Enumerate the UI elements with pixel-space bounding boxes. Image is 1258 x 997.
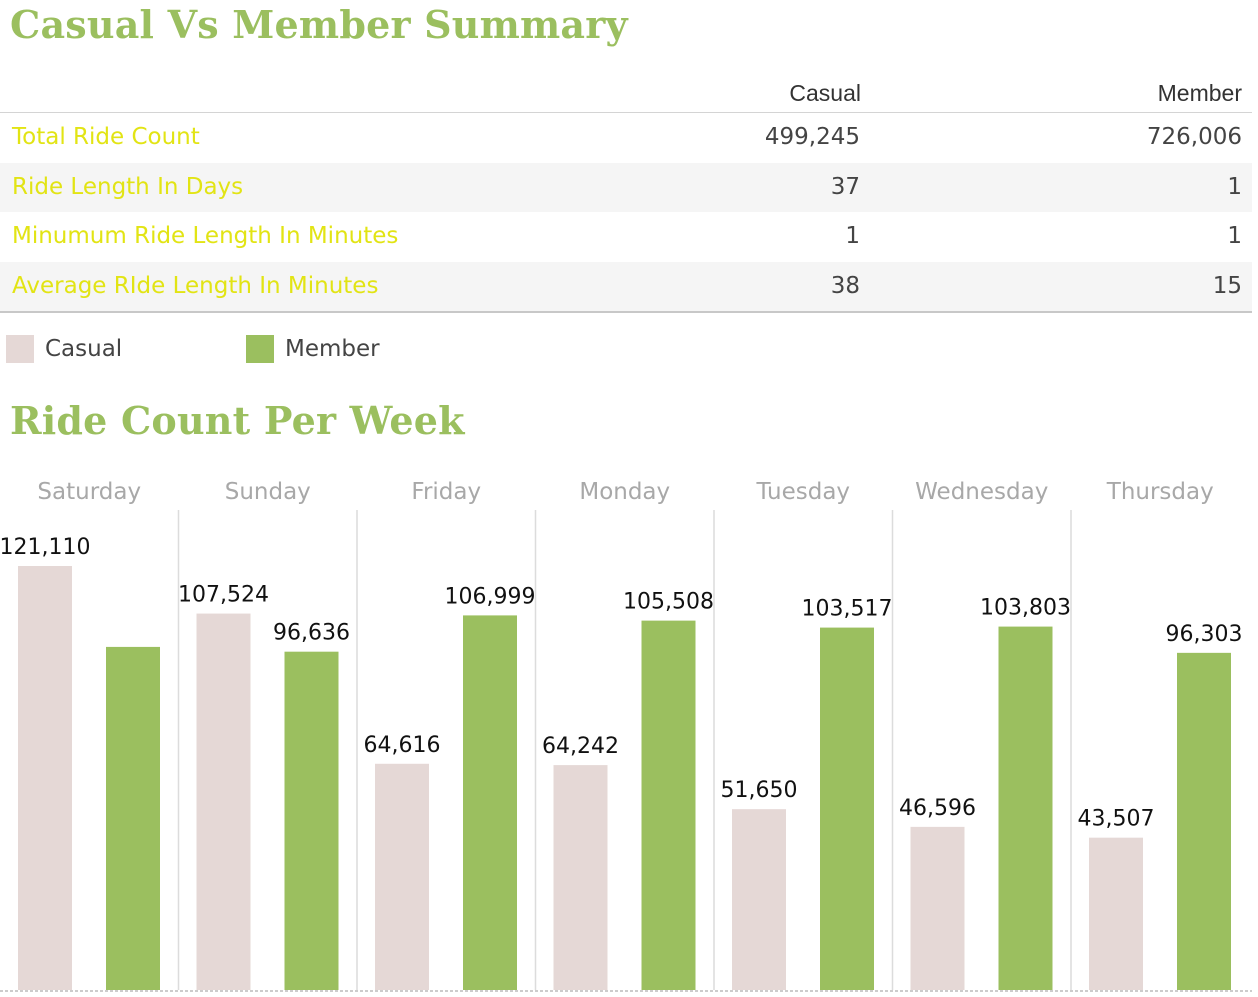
cell-member: 726,006 bbox=[1146, 124, 1242, 150]
row-label: Total Ride Count bbox=[12, 124, 200, 150]
column-header-casual: Casual bbox=[789, 80, 861, 106]
bar-member[interactable] bbox=[1177, 652, 1231, 990]
bar-casual[interactable] bbox=[732, 809, 786, 990]
table-header: Casual Member bbox=[0, 68, 1252, 113]
legend-swatch-casual bbox=[6, 335, 34, 363]
category-label: Monday bbox=[579, 479, 670, 505]
cell-casual: 38 bbox=[830, 272, 860, 299]
bar-casual[interactable] bbox=[196, 613, 251, 990]
legend-label-member: Member bbox=[285, 336, 380, 362]
ride-count-chart: Saturday 121,110 Sunday 107,52496,636 Friday… bbox=[0, 479, 1252, 992]
data-label: 46,596 bbox=[899, 796, 976, 821]
table-row: Minumum Ride Length In Minutes 1 1 bbox=[0, 212, 1252, 262]
table-row: Total Ride Count 499,245 726,006 bbox=[0, 113, 1252, 163]
bar-casual[interactable] bbox=[553, 765, 608, 990]
data-label: 107,524 bbox=[178, 583, 269, 608]
bar-casual[interactable] bbox=[910, 826, 965, 990]
data-label: 103,803 bbox=[980, 596, 1071, 621]
table-bottom-border bbox=[0, 311, 1252, 313]
bar-member[interactable] bbox=[463, 615, 517, 990]
data-label: 105,508 bbox=[623, 590, 714, 615]
category-label: Friday bbox=[411, 479, 481, 505]
cell-member: 15 bbox=[1212, 272, 1242, 299]
category-label: Saturday bbox=[37, 479, 141, 505]
row-label: Minumum Ride Length In Minutes bbox=[12, 223, 399, 249]
category-label: Tuesday bbox=[755, 479, 850, 505]
cell-member: 1 bbox=[1227, 173, 1242, 200]
data-label: 43,507 bbox=[1078, 807, 1155, 832]
chart-title: Ride Count Per Week bbox=[10, 398, 465, 443]
summary-table: Casual Member Total Ride Count 499,245 7… bbox=[0, 68, 1252, 313]
legend-swatch-member bbox=[246, 335, 274, 363]
data-label: 103,517 bbox=[802, 597, 893, 622]
legend-label-casual: Casual bbox=[45, 336, 123, 362]
bar-casual[interactable] bbox=[375, 763, 429, 990]
data-label: 51,650 bbox=[721, 778, 798, 803]
bar-casual[interactable] bbox=[18, 566, 72, 990]
summary-title: Casual Vs Member Summary bbox=[10, 2, 628, 47]
data-label: 96,303 bbox=[1166, 622, 1243, 647]
bar-member[interactable] bbox=[106, 646, 160, 990]
cell-member: 1 bbox=[1227, 223, 1242, 249]
category-label: Thursday bbox=[1106, 479, 1214, 505]
data-label: 96,636 bbox=[273, 621, 350, 646]
bar-casual[interactable] bbox=[1089, 837, 1143, 990]
category-label: Sunday bbox=[225, 479, 311, 505]
row-label: Average RIde Length In Minutes bbox=[12, 272, 379, 299]
cell-casual: 1 bbox=[845, 223, 860, 249]
data-label: 121,110 bbox=[0, 535, 90, 560]
data-label: 64,616 bbox=[364, 733, 441, 758]
category-label: Wednesday bbox=[915, 479, 1048, 505]
bar-member[interactable] bbox=[998, 626, 1053, 990]
data-label: 64,242 bbox=[542, 734, 619, 759]
bar-member[interactable] bbox=[284, 651, 339, 990]
bar-member[interactable] bbox=[820, 627, 874, 990]
bar-member[interactable] bbox=[641, 620, 696, 990]
cell-casual: 499,245 bbox=[764, 124, 860, 150]
data-label: 106,999 bbox=[445, 584, 536, 609]
table-row: Average RIde Length In Minutes 38 15 bbox=[0, 261, 1252, 311]
cell-casual: 37 bbox=[830, 173, 860, 200]
table-row: Ride Length In Days 37 1 bbox=[0, 162, 1252, 212]
column-header-member: Member bbox=[1157, 80, 1242, 106]
row-label: Ride Length In Days bbox=[12, 173, 244, 200]
